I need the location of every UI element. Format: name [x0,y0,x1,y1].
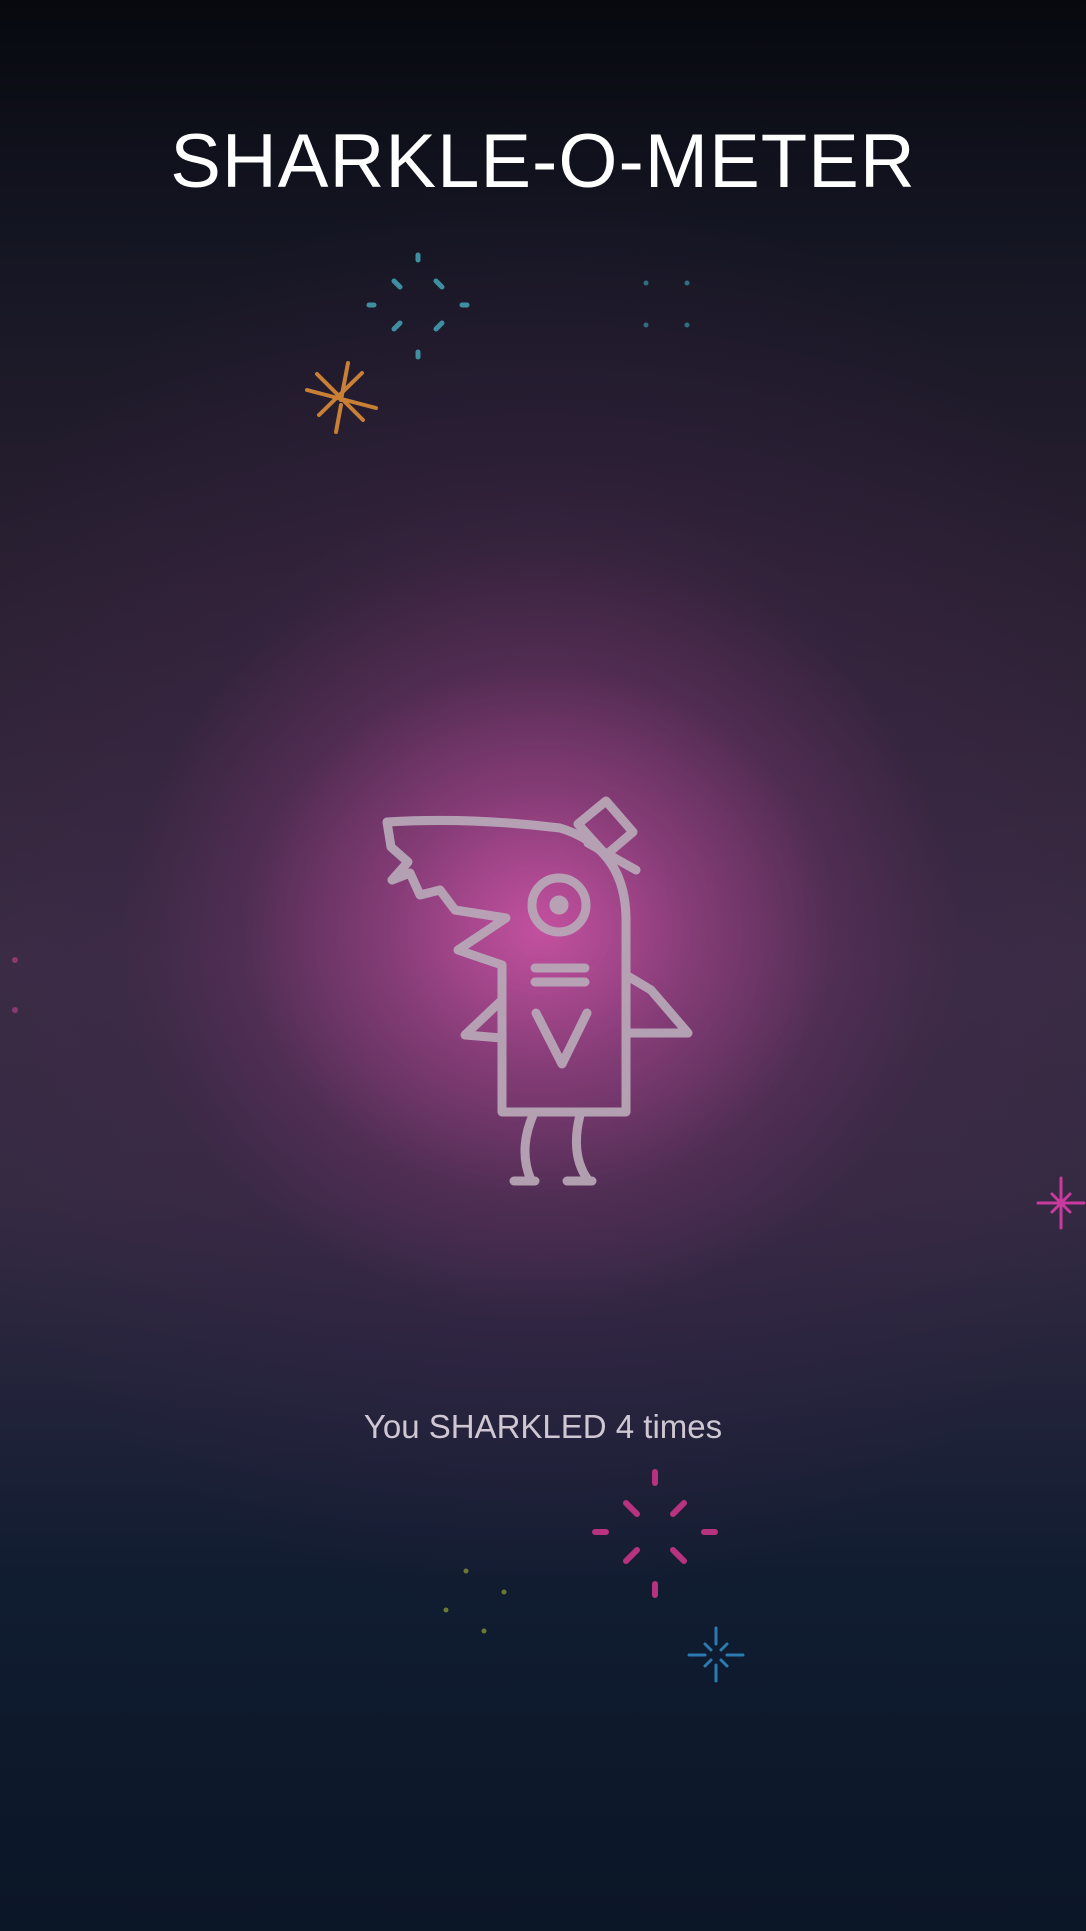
sharkle-screen: SHARKLE-O-METER You SHARKLED 4 times [0,0,1086,1931]
sharkle-count-label: You SHARKLED 4 times [363,1408,723,1445]
shark-with-top-hat-icon [382,796,693,1186]
